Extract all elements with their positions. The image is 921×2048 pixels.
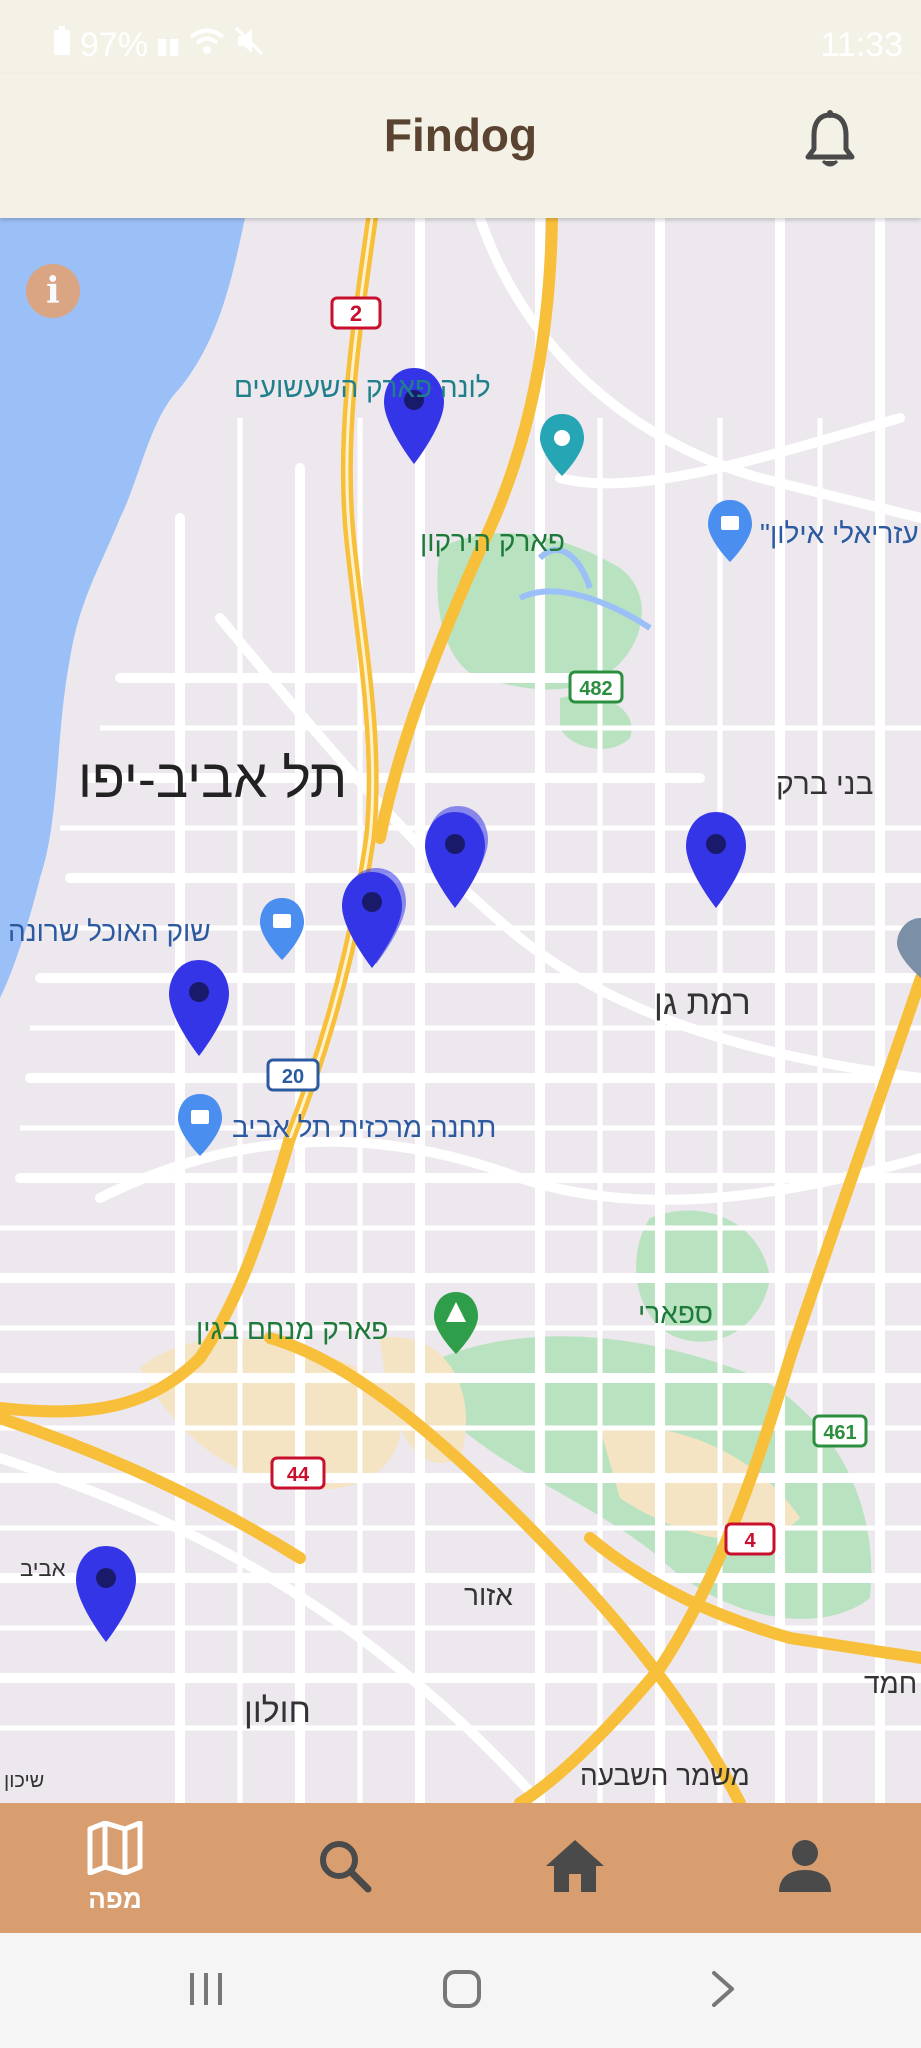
road-shield-4-label: 4	[744, 1530, 756, 1552]
app-title: Findog	[383, 109, 538, 161]
bell-icon[interactable]	[804, 109, 856, 171]
road-shield-2-label: 2	[350, 301, 362, 326]
road-shield-44-label: 44	[287, 1464, 310, 1486]
home-button[interactable]	[442, 1969, 482, 2014]
label-park-hayarkon: פארק הירקון	[420, 526, 565, 557]
map-canvas: 2 482 20 44 4 461	[0, 218, 921, 1803]
label-shikun: שיכון	[4, 1770, 45, 1792]
label-hemed: חמד	[864, 1668, 918, 1699]
status-left: 97% ▮▮	[52, 26, 264, 65]
back-button[interactable]	[702, 1969, 742, 2014]
label-shuk: שוק האוכל שרונה	[8, 916, 211, 947]
system-nav-bar	[0, 1933, 921, 2048]
map-icon	[86, 1820, 144, 1880]
battery-level: 97%	[80, 26, 149, 64]
nav-item-map[interactable]: מפה	[0, 1803, 230, 1933]
label-holon: חולון	[244, 1692, 311, 1730]
nav-map-label: מפה	[88, 1884, 142, 1914]
road-shield-20: 20	[266, 1058, 320, 1092]
recent-apps-button[interactable]	[186, 1969, 226, 2014]
label-safari: ספארי	[638, 1298, 713, 1329]
label-azrieli: עזריאלי אילון"	[760, 518, 919, 549]
nav-item-home[interactable]	[460, 1803, 690, 1933]
signal-icon: ▮▮	[156, 32, 181, 58]
label-mishmar: משמר השבעה	[580, 1760, 750, 1791]
road-shield-482: 482	[568, 670, 624, 704]
profile-icon	[777, 1838, 833, 1899]
clock: 11:33	[820, 26, 903, 64]
wifi-icon	[188, 26, 226, 65]
status-bar: 97% ▮▮ 11:33	[0, 0, 921, 74]
app-header: Findog	[0, 74, 921, 218]
mute-icon	[234, 26, 264, 65]
search-icon	[316, 1837, 374, 1900]
home-icon	[544, 1838, 606, 1899]
label-aviv-edge: אביב	[20, 1556, 66, 1581]
road-shield-4: 4	[724, 1522, 776, 1556]
label-tel-aviv: תל אביב-יפו	[78, 749, 348, 809]
road-shield-461-label: 461	[823, 1422, 856, 1444]
nav-item-profile[interactable]	[690, 1803, 920, 1933]
road-shield-20-label: 20	[282, 1066, 304, 1088]
info-button[interactable]: i	[26, 264, 80, 318]
bottom-nav: מפה	[0, 1803, 921, 1933]
label-azor: אזור	[464, 1580, 513, 1611]
nav-item-search[interactable]	[230, 1803, 460, 1933]
label-ramat-gan: רמת גן	[654, 984, 751, 1022]
battery-icon	[52, 26, 72, 65]
road-shield-461: 461	[812, 1414, 868, 1448]
label-luna-park: לונה פארק השעשועים	[234, 372, 491, 403]
map-view[interactable]: 2 482 20 44 4 461 תל אביב-יפו לונה פארק …	[0, 218, 921, 1803]
label-bnei-brak: בני ברק	[776, 768, 874, 801]
road-shield-2: 2	[330, 296, 382, 330]
label-begin-park: פארק מנחם בגין	[196, 1314, 389, 1345]
label-central-station: תחנה מרכזית תל אביב	[232, 1112, 497, 1143]
road-shield-44: 44	[270, 1456, 326, 1490]
road-shield-482-label: 482	[579, 678, 612, 700]
